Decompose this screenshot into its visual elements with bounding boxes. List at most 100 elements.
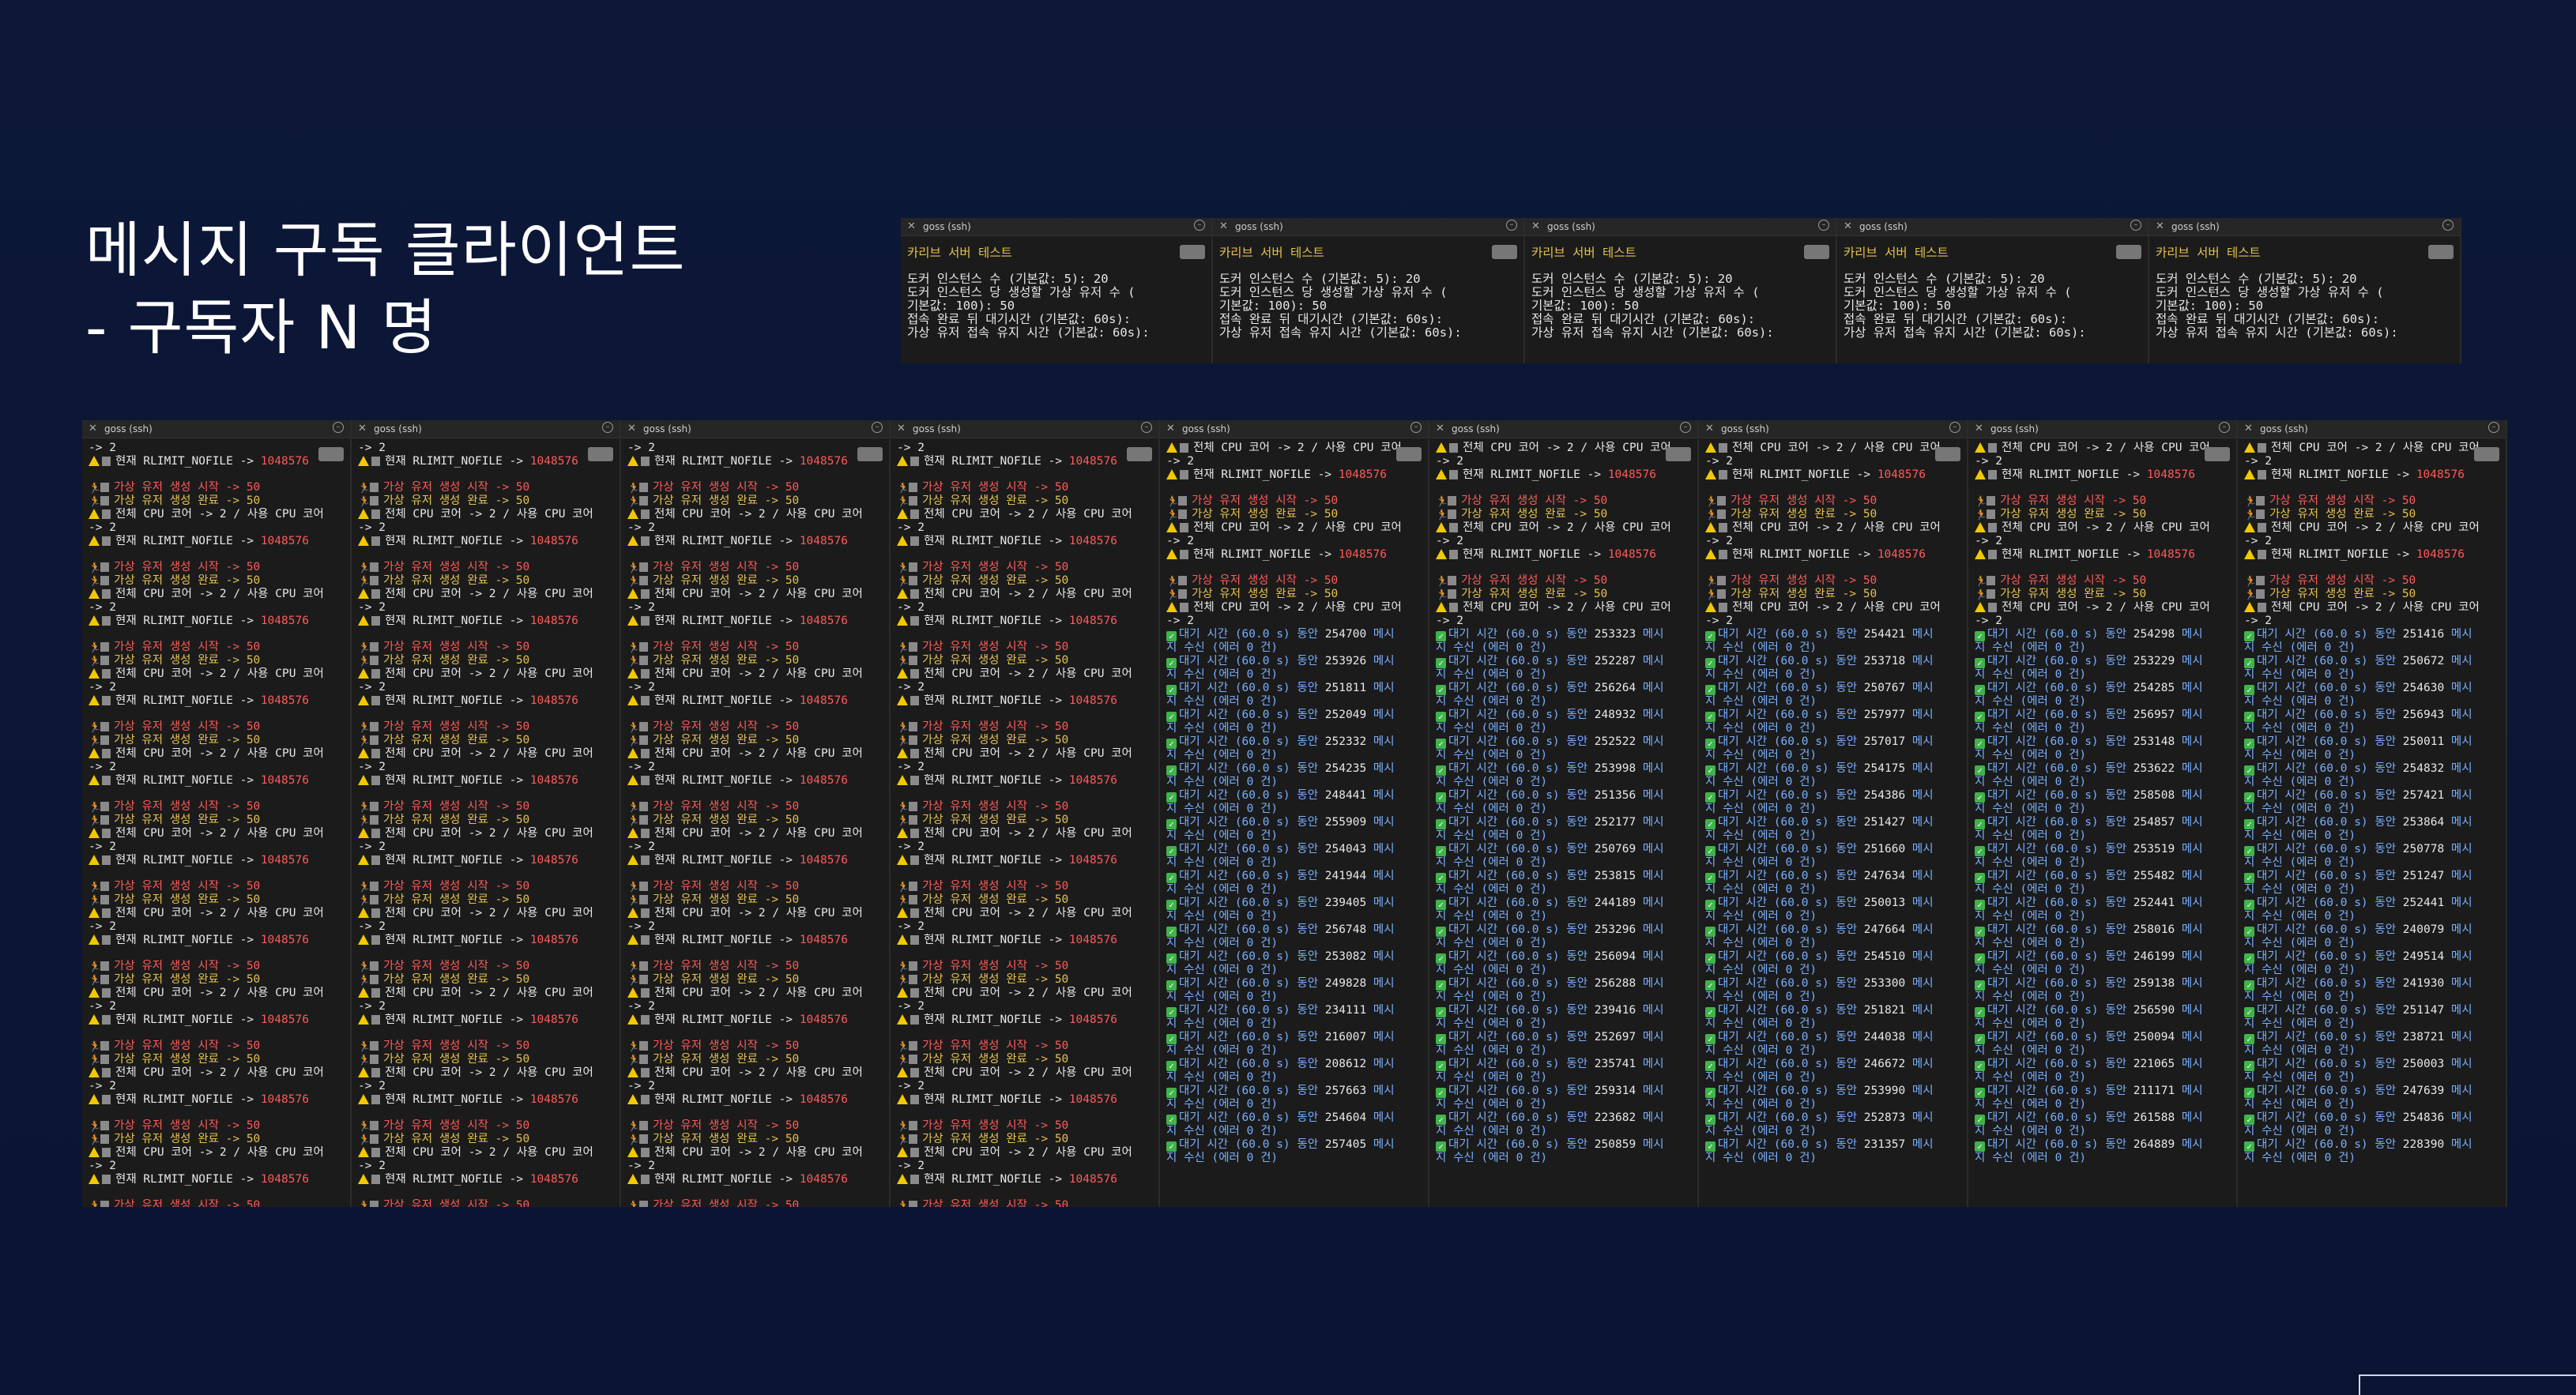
minimize-icon[interactable]: – (2488, 422, 2499, 433)
minimize-icon[interactable]: – (602, 422, 613, 433)
terminal-icon (100, 882, 109, 891)
wait-line: ✓ 대기 시간 (60.0 s) 동안 257017 메시 (1705, 735, 1960, 749)
keyboard-icon[interactable] (1935, 447, 1960, 461)
wait-line: ✓ 대기 시간 (60.0 s) 동안 249514 메시 (2244, 950, 2499, 964)
terminal-window[interactable]: ✕ goss (ssh) – 전체 CPU 코어 -> 2 / 사용 CPU 코어 ->… (1968, 420, 2238, 1207)
terminal-window[interactable]: ✕ goss (ssh) – 전체 CPU 코어 -> 2 / 사용 CPU 코어 ->… (1429, 420, 1699, 1207)
runner-icon: 🏃 (1975, 576, 1988, 588)
wait-suffix: 메시 (1636, 897, 1664, 909)
minimize-icon[interactable]: – (872, 422, 883, 433)
minimize-icon[interactable]: – (1818, 220, 1829, 231)
close-icon[interactable]: ✕ (89, 423, 97, 434)
virtual-user-line: 🏃 가상 유저 생성 완료 -> 50 (1436, 588, 1691, 601)
message-count: 247664 (1863, 923, 1906, 936)
keyboard-icon[interactable] (318, 447, 344, 461)
minimize-icon[interactable]: – (1194, 220, 1205, 231)
terminal-icon (102, 855, 111, 865)
wait-suffix: 메시 (1366, 950, 1395, 963)
rlimit-value: 1048576 (2416, 468, 2465, 481)
keyboard-icon[interactable] (2428, 245, 2454, 259)
close-icon[interactable]: ✕ (907, 220, 916, 232)
close-icon[interactable]: ✕ (358, 423, 367, 434)
runner-icon: 🏃 (89, 975, 102, 987)
terminal-window[interactable]: ✕ goss (ssh) – -> 2 현재 RLIMIT_NOFILE -> 1048… (82, 420, 352, 1207)
terminal-line: 도커 인스턴스 수 (기본값: 5): 20 (1531, 272, 1733, 285)
terminal-icon (909, 483, 917, 492)
runner-icon: 🏃 (89, 1134, 102, 1146)
keyboard-icon[interactable] (1396, 447, 1422, 461)
minimize-icon[interactable]: – (2442, 220, 2454, 231)
keyboard-icon[interactable] (2116, 245, 2141, 259)
rlimit-line: 현재 RLIMIT_NOFILE -> 1048576 (1436, 548, 1691, 562)
close-icon[interactable]: ✕ (1975, 423, 1983, 434)
keyboard-icon[interactable] (2474, 447, 2499, 461)
keyboard-icon[interactable] (1127, 447, 1152, 461)
minimize-icon[interactable]: – (333, 422, 344, 433)
wait-line: ✓ 대기 시간 (60.0 s) 동안 239405 메시 (1166, 897, 1422, 910)
close-icon[interactable]: ✕ (1531, 220, 1540, 232)
virtual-user-line: 🏃 가상 유저 생성 완료 -> 50 (897, 734, 1152, 747)
wait-suffix: 메시 (1366, 1138, 1395, 1151)
keyboard-icon[interactable] (2205, 447, 2230, 461)
minimize-icon[interactable]: – (1141, 422, 1152, 433)
rlimit-label: 현재 RLIMIT_NOFILE -> (654, 1013, 800, 1026)
terminal-icon (910, 536, 919, 546)
terminal-window[interactable]: ✕ goss (ssh) – -> 2 현재 RLIMIT_NOFILE -> 1048… (891, 420, 1160, 1207)
wait-line: ✓ 대기 시간 (60.0 s) 동안 250859 메시 (1436, 1138, 1691, 1152)
wait-text: 대기 시간 (60.0 s) 동안 (2257, 735, 2403, 748)
receive-line: 지 수신 (에러 0 건) (1166, 1125, 1279, 1137)
terminal-window[interactable]: ✕ goss (ssh) – 카리브 서버 테스트 도커 인스턴스 수 (기본값: 5)… (1837, 218, 2149, 363)
keyboard-icon[interactable] (1180, 245, 1205, 259)
wait-text: 대기 시간 (60.0 s) 동안 (1987, 735, 2133, 748)
cpu-line: 전체 CPU 코어 -> 2 / 사용 CPU 코어 (627, 588, 883, 601)
keyboard-icon[interactable] (1804, 245, 1829, 259)
terminal-window[interactable]: ✕ goss (ssh) – -> 2 현재 RLIMIT_NOFILE -> 1048… (352, 420, 621, 1207)
virtual-user-line: 🏃 가상 유저 생성 시작 -> 50 (627, 880, 883, 893)
keyboard-icon[interactable] (857, 447, 883, 461)
keyboard-icon[interactable] (588, 447, 613, 461)
checkmark-icon: ✓ (1705, 846, 1715, 856)
terminal-icon (102, 1068, 111, 1077)
message-count: 246199 (2133, 950, 2175, 963)
terminal-window[interactable]: ✕ goss (ssh) – 카리브 서버 테스트 도커 인스턴스 수 (기본값: 5)… (1525, 218, 1837, 363)
minimize-icon[interactable]: – (2130, 220, 2141, 231)
virtual-user-text: 가상 유저 생성 완료 -> 50 (383, 973, 530, 986)
terminal-window[interactable]: ✕ goss (ssh) – 카리브 서버 테스트 도커 인스턴스 수 (기본값: 5)… (1213, 218, 1525, 363)
terminal-window[interactable]: ✕ goss (ssh) – 전체 CPU 코어 -> 2 / 사용 CPU 코어 ->… (1160, 420, 1429, 1207)
rlimit-line: 현재 RLIMIT_NOFILE -> 1048576 (627, 1173, 883, 1186)
keyboard-icon[interactable] (1492, 245, 1517, 259)
terminal-window[interactable]: ✕ goss (ssh) – -> 2 현재 RLIMIT_NOFILE -> 1048… (621, 420, 891, 1207)
receive-line: 지 수신 (에러 0 건) (1975, 1017, 2087, 1030)
close-icon[interactable]: ✕ (1705, 423, 1714, 434)
close-icon[interactable]: ✕ (1219, 220, 1228, 232)
close-icon[interactable]: ✕ (1436, 423, 1444, 434)
close-icon[interactable]: ✕ (2244, 423, 2253, 434)
minimize-icon[interactable]: – (1410, 422, 1422, 433)
terminal-window[interactable]: ✕ goss (ssh) – 전체 CPU 코어 -> 2 / 사용 CPU 코어 ->… (1699, 420, 1968, 1207)
keyboard-icon[interactable] (1666, 447, 1691, 461)
terminal-title: goss (ssh) (1547, 221, 1595, 232)
rlimit-line: 현재 RLIMIT_NOFILE -> 1048576 (897, 1013, 1152, 1027)
checkmark-icon: ✓ (1436, 953, 1446, 964)
receive-line: 지 수신 (에러 0 건) (1705, 641, 1817, 654)
close-icon[interactable]: ✕ (2156, 220, 2164, 232)
warning-icon (358, 828, 369, 838)
close-icon[interactable]: ✕ (627, 423, 636, 434)
terminal-line: 기본값: 100): 50 (2156, 299, 2264, 312)
minimize-icon[interactable]: – (1680, 422, 1691, 433)
close-icon[interactable]: ✕ (897, 423, 906, 434)
close-icon[interactable]: ✕ (1843, 220, 1852, 232)
terminal-window[interactable]: ✕ goss (ssh) – 카리브 서버 테스트 도커 인스턴스 수 (기본값: 5)… (2149, 218, 2461, 363)
terminal-window[interactable]: ✕ goss (ssh) – 카리브 서버 테스트 도커 인스턴스 수 (기본값: 5)… (901, 218, 1213, 363)
checkmark-icon: ✓ (1436, 685, 1446, 695)
wait-text: 대기 시간 (60.0 s) 동안 (1718, 735, 1864, 748)
close-icon[interactable]: ✕ (1166, 423, 1175, 434)
minimize-icon[interactable]: – (1949, 422, 1960, 433)
terminal-icon (641, 1068, 650, 1077)
terminal-window[interactable]: ✕ goss (ssh) – 전체 CPU 코어 -> 2 / 사용 CPU 코어 ->… (2238, 420, 2507, 1207)
wait-text: 대기 시간 (60.0 s) 동안 (1448, 655, 1595, 667)
virtual-user-line: 🏃 가상 유저 생성 시작 -> 50 (897, 1040, 1152, 1053)
wait-text: 대기 시간 (60.0 s) 동안 (1987, 1031, 2133, 1043)
minimize-icon[interactable]: – (1506, 220, 1517, 231)
minimize-icon[interactable]: – (2219, 422, 2230, 433)
